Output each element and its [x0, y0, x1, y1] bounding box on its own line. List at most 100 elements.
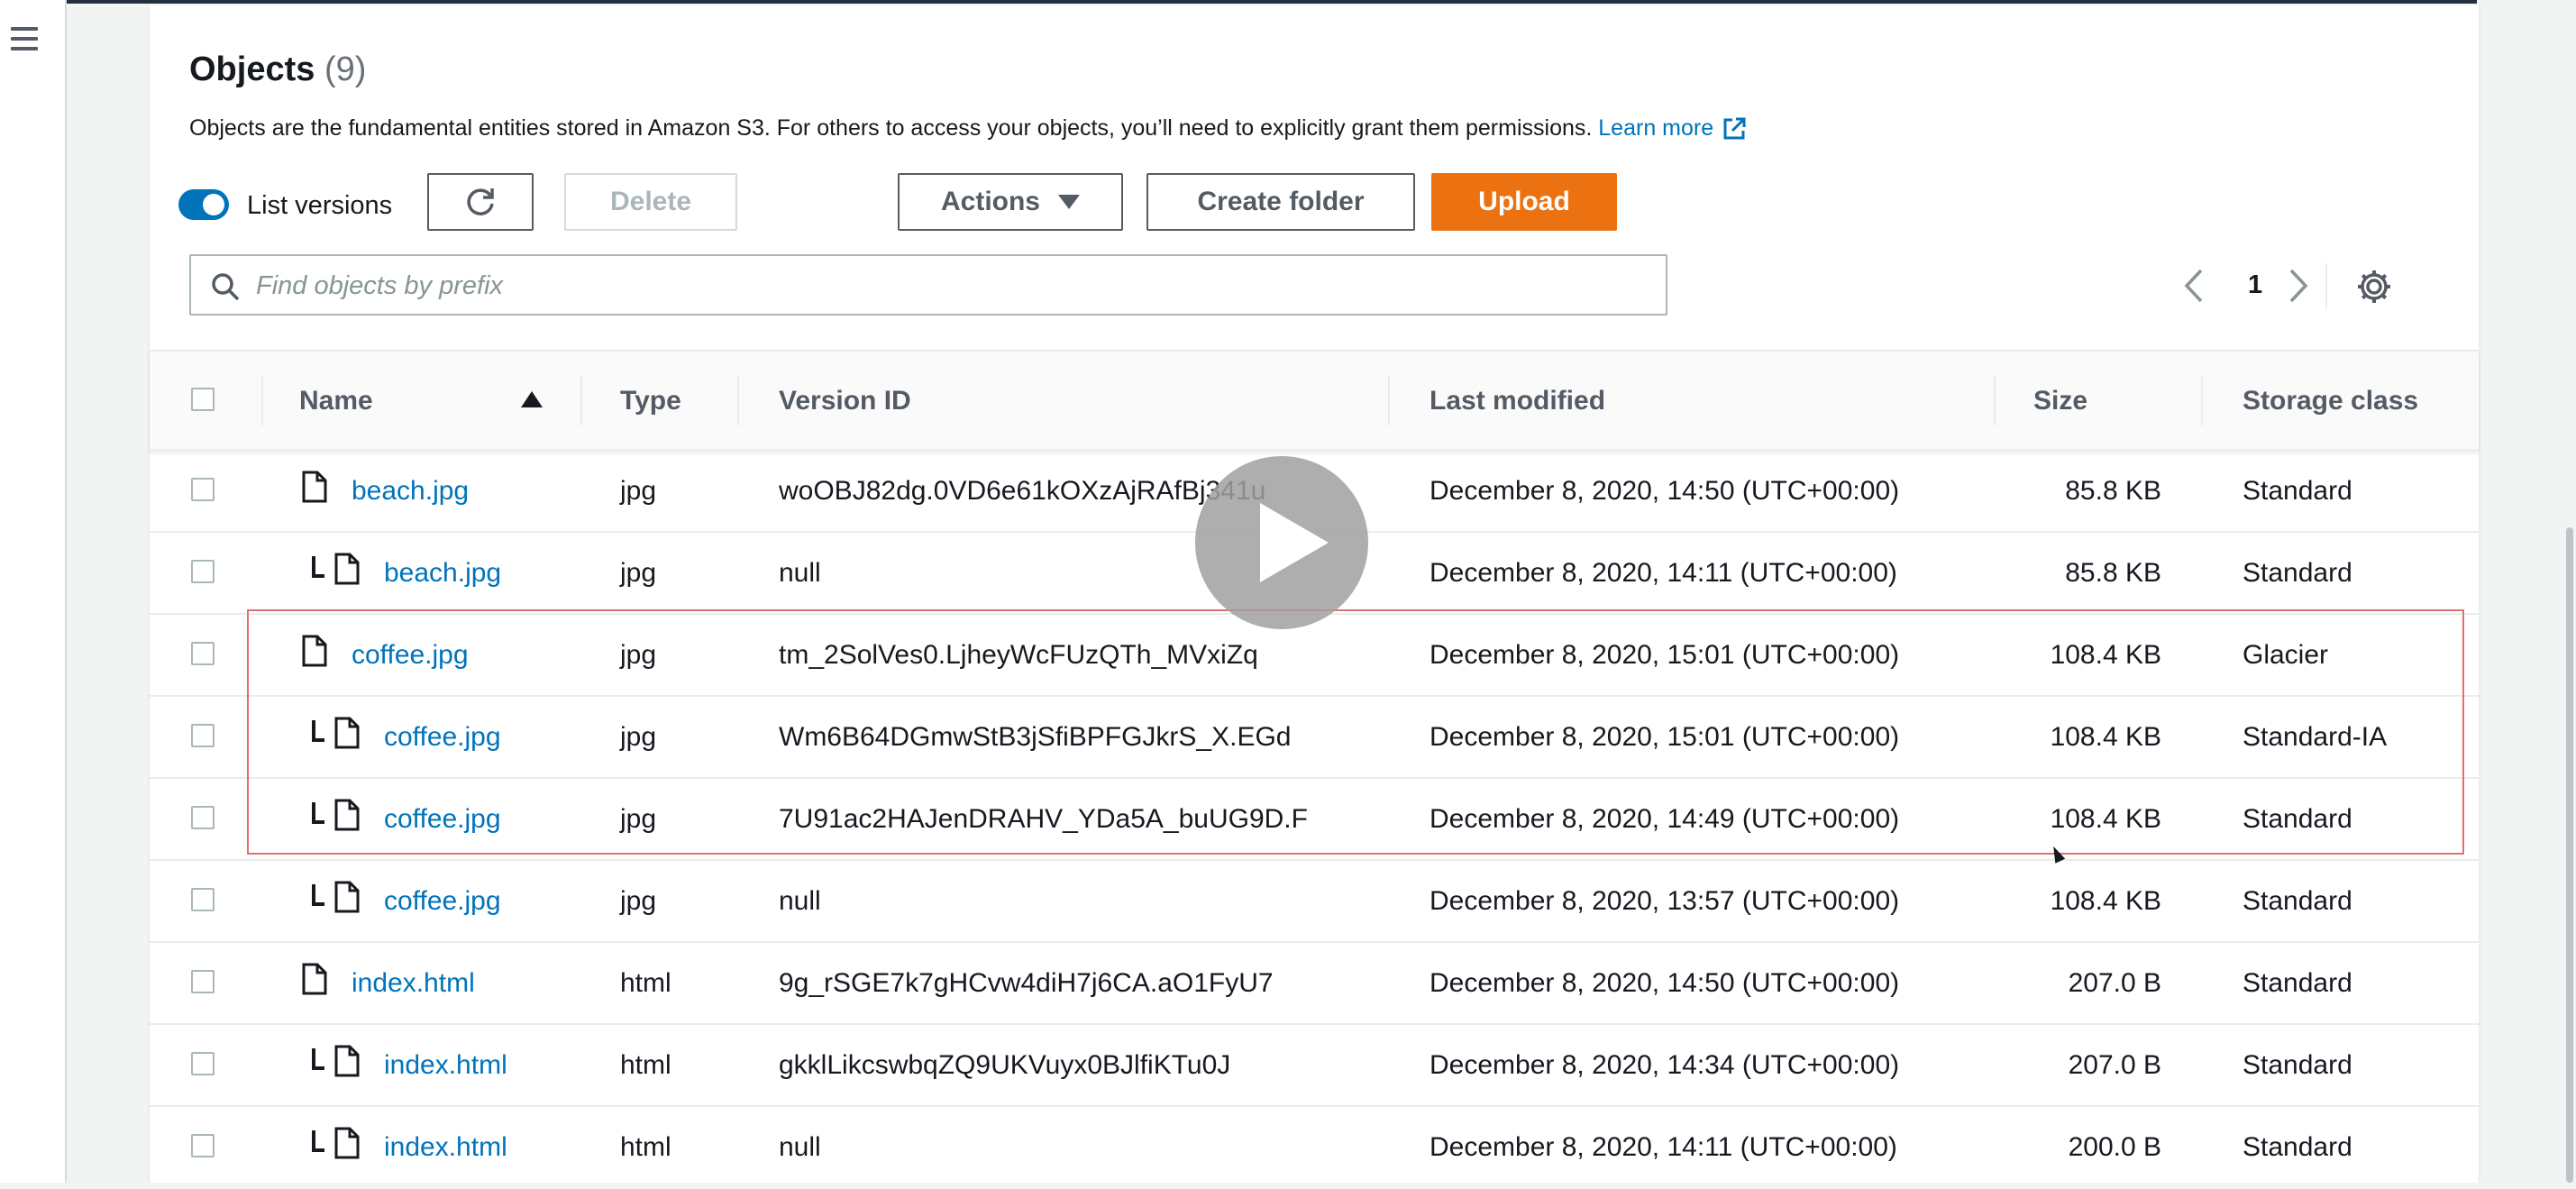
version-id: null: [779, 558, 821, 588]
current-page-number[interactable]: 1: [2248, 270, 2262, 300]
object-type: jpg: [620, 722, 657, 752]
file-icon: [334, 1045, 360, 1077]
column-divider: [261, 375, 263, 425]
column-header-last-modified[interactable]: Last modified: [1430, 386, 1605, 416]
object-link[interactable]: beach.jpg: [384, 558, 501, 588]
version-id: Wm6B64DGmwStB3jSfiBPFGJkrS_X.EGd: [779, 722, 1292, 752]
object-link[interactable]: coffee.jpg: [384, 804, 501, 834]
object-size: 108.4 KB: [2050, 804, 2161, 834]
object-name[interactable]: coffee.jpg: [384, 722, 501, 753]
object-size: 85.8 KB: [2065, 476, 2161, 506]
objects-count: (9): [324, 50, 367, 88]
object-name[interactable]: index.html: [352, 968, 475, 999]
column-header-storage-class[interactable]: Storage class: [2243, 386, 2418, 416]
version-id: 9g_rSGE7k7gHCvw4diH7j6CA.aO1FyU7: [779, 968, 1274, 998]
learn-more-link[interactable]: Learn more: [1598, 115, 1748, 141]
row-checkbox[interactable]: [191, 888, 215, 911]
row-checkbox[interactable]: [191, 806, 215, 829]
row-checkbox[interactable]: [191, 1052, 215, 1075]
object-name[interactable]: index.html: [384, 1050, 507, 1081]
storage-class: Glacier: [2243, 640, 2329, 670]
search-input[interactable]: [254, 263, 1646, 308]
menu-icon[interactable]: [11, 27, 38, 54]
object-link[interactable]: coffee.jpg: [384, 886, 501, 916]
right-gutter: [2477, 0, 2576, 1183]
chevron-right-icon[interactable]: [2282, 265, 2315, 306]
file-icon: [302, 471, 327, 503]
table-row[interactable]: coffee.jpg jpg Wm6B64DGmwStB3jSfiBPFGJkr…: [150, 697, 2479, 779]
select-all-checkbox[interactable]: [191, 388, 215, 411]
create-folder-button[interactable]: Create folder: [1146, 173, 1415, 231]
table-row[interactable]: coffee.jpg jpg null December 8, 2020, 13…: [150, 861, 2479, 943]
column-divider: [580, 375, 582, 425]
list-versions-toggle[interactable]: [178, 189, 229, 220]
row-checkbox[interactable]: [191, 1134, 215, 1157]
row-checkbox[interactable]: [191, 560, 215, 583]
table-row[interactable]: coffee.jpg jpg 7U91ac2HAJenDRAHV_YDa5A_b…: [150, 779, 2479, 861]
last-modified: December 8, 2020, 15:01 (UTC+00:00): [1430, 722, 1900, 752]
storage-class: Standard: [2243, 968, 2352, 998]
refresh-icon: [467, 188, 494, 215]
objects-description: Objects are the fundamental entities sto…: [189, 115, 1748, 142]
column-divider: [1994, 375, 1996, 425]
object-link[interactable]: index.html: [384, 1132, 507, 1162]
version-branch-icon: [312, 1048, 324, 1070]
object-link[interactable]: index.html: [352, 968, 475, 998]
object-link[interactable]: index.html: [384, 1050, 507, 1080]
table-row[interactable]: coffee.jpg jpg tm_2SolVes0.LjheyWcFUzQTh…: [150, 615, 2479, 697]
play-icon[interactable]: [1195, 456, 1368, 629]
object-name[interactable]: coffee.jpg: [352, 640, 469, 671]
actions-dropdown[interactable]: Actions: [898, 173, 1123, 231]
last-modified: December 8, 2020, 14:50 (UTC+00:00): [1430, 968, 1900, 998]
scrollbar-thumb[interactable]: [2566, 527, 2573, 1183]
file-icon: [302, 635, 327, 667]
version-branch-icon: [312, 802, 324, 824]
storage-class: Standard: [2243, 804, 2352, 834]
object-type: jpg: [620, 640, 657, 670]
version-branch-icon: [312, 720, 324, 742]
object-link[interactable]: coffee.jpg: [352, 640, 469, 670]
table-row[interactable]: index.html html gkklLikcswbqZQ9UKVuyx0BJ…: [150, 1025, 2479, 1107]
object-size: 108.4 KB: [2050, 640, 2161, 670]
object-name[interactable]: beach.jpg: [384, 558, 501, 589]
column-header-type[interactable]: Type: [620, 386, 681, 416]
refresh-button[interactable]: [427, 173, 534, 231]
table-row[interactable]: index.html html 9g_rSGE7k7gHCvw4diH7j6CA…: [150, 943, 2479, 1025]
column-header-version-id[interactable]: Version ID: [779, 386, 911, 416]
list-versions-label: List versions: [247, 191, 393, 220]
object-link[interactable]: beach.jpg: [352, 476, 469, 506]
object-type: html: [620, 1050, 671, 1080]
search-box: [189, 254, 1667, 316]
object-name[interactable]: coffee.jpg: [384, 804, 501, 835]
search-icon: [212, 273, 240, 301]
caret-down-icon: [1058, 195, 1080, 209]
upload-button[interactable]: Upload: [1431, 173, 1617, 231]
row-checkbox[interactable]: [191, 970, 215, 993]
column-header-name[interactable]: Name: [299, 386, 373, 416]
storage-class: Standard-IA: [2243, 722, 2388, 752]
row-checkbox[interactable]: [191, 478, 215, 501]
file-icon: [334, 553, 360, 585]
create-folder-label: Create folder: [1197, 187, 1365, 216]
object-name[interactable]: beach.jpg: [352, 476, 469, 507]
object-name[interactable]: coffee.jpg: [384, 886, 501, 917]
sort-ascending-icon[interactable]: [521, 391, 543, 407]
chevron-left-icon[interactable]: [2178, 265, 2210, 306]
last-modified: December 8, 2020, 14:49 (UTC+00:00): [1430, 804, 1900, 834]
last-modified: December 8, 2020, 13:57 (UTC+00:00): [1430, 886, 1900, 916]
version-branch-icon: [312, 1130, 324, 1152]
file-icon: [334, 1127, 360, 1159]
version-id: gkklLikcswbqZQ9UKVuyx0BJlfiKTu0J: [779, 1050, 1231, 1080]
object-name[interactable]: index.html: [384, 1132, 507, 1163]
row-checkbox[interactable]: [191, 642, 215, 665]
row-checkbox[interactable]: [191, 724, 215, 747]
version-id: null: [779, 1132, 821, 1162]
table-row[interactable]: index.html html null December 8, 2020, 1…: [150, 1107, 2479, 1189]
settings-gear-icon[interactable]: [2354, 267, 2394, 306]
column-header-size[interactable]: Size: [2033, 386, 2087, 416]
last-modified: December 8, 2020, 14:11 (UTC+00:00): [1430, 558, 1897, 588]
delete-button[interactable]: Delete: [564, 173, 737, 231]
objects-title: Objects: [189, 50, 315, 88]
object-link[interactable]: coffee.jpg: [384, 722, 501, 752]
description-text: Objects are the fundamental entities sto…: [189, 115, 1593, 141]
